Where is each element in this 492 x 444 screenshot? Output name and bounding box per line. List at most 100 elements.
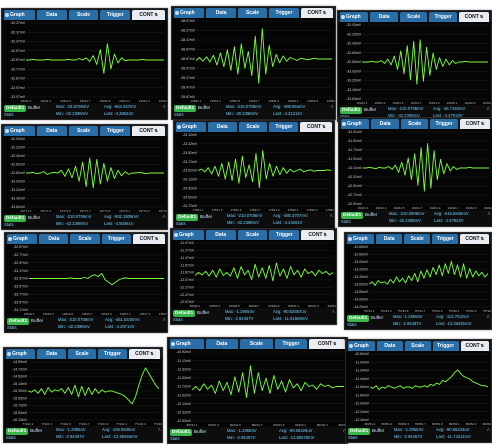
y-tick-label: -13.63mV [353, 283, 368, 287]
tab-graph[interactable]: Graph [341, 119, 370, 129]
tab-scale[interactable]: Scale [404, 234, 431, 244]
tab-data[interactable]: Data [207, 122, 237, 132]
tab-data[interactable]: Data [36, 10, 67, 20]
y-tick-label: -12.12mV [176, 402, 191, 406]
chevron-up-icon[interactable]: ˄ [329, 214, 333, 220]
tab-cont[interactable]: CONT ⇅ [132, 126, 165, 136]
chevron-up-icon[interactable]: ˄ [487, 212, 491, 218]
tab-cont[interactable]: CONT ⇅ [132, 10, 165, 20]
tab-scale[interactable]: Scale [67, 349, 97, 359]
chevron-up-icon[interactable]: ˄ [157, 428, 161, 434]
tab-graph[interactable]: Graph [174, 8, 205, 18]
tab-trigger[interactable]: Trigger [101, 234, 131, 244]
tab-trigger[interactable]: Trigger [432, 341, 459, 351]
chevron-up-icon[interactable]: ˄ [331, 310, 335, 316]
tab-graph[interactable]: Graph [7, 234, 38, 244]
tab-trigger[interactable]: Trigger [98, 349, 127, 359]
tab-trigger[interactable]: Trigger [269, 230, 300, 240]
scope-panel: Graph Data Scale Trigger CONT ⇅ -23.12mV -23.3… [173, 120, 335, 229]
chevron-up-icon[interactable]: ˄ [486, 315, 490, 321]
y-tick-label: -11.12mV [177, 359, 192, 363]
y-tick-label: -14.73mV [12, 367, 27, 371]
tab-graph[interactable]: Graph [6, 349, 36, 359]
tab-trigger[interactable]: Trigger [432, 234, 459, 244]
tab-data[interactable]: Data [370, 12, 398, 22]
tab-scale[interactable]: Scale [240, 339, 273, 349]
tab-scale[interactable]: Scale [70, 234, 100, 244]
channel-default-button[interactable]: Default1 [340, 107, 363, 114]
chevron-up-icon[interactable]: ˄ [162, 105, 166, 111]
channel-default-button[interactable]: Default1 [176, 214, 199, 221]
tab-graph[interactable]: Graph [4, 126, 35, 136]
tab-scale[interactable]: Scale [404, 341, 431, 351]
y-tick-label: -14.93mV [12, 375, 27, 379]
tab-scale[interactable]: Scale [238, 122, 268, 132]
tab-graph[interactable]: Graph [170, 339, 204, 349]
tab-cont[interactable]: CONT ⇅ [460, 341, 489, 351]
channel-default-button[interactable]: Default1 [348, 428, 371, 435]
tab-trigger[interactable]: Trigger [430, 119, 458, 129]
buffer-label: Buffer [31, 318, 44, 323]
tab-scale[interactable]: Scale [68, 10, 99, 20]
stat-min: Min: -2.94457V [394, 434, 423, 439]
tab-scale[interactable]: Scale [400, 119, 429, 129]
stat-max: Max: -210.0706mV [227, 213, 263, 218]
tab-label: Data [215, 9, 227, 16]
y-tick-label: -41.51mV [347, 139, 362, 143]
tab-graph[interactable]: Graph [340, 12, 369, 22]
tab-cont[interactable]: CONT ⇅ [458, 12, 490, 22]
y-tick-label: -32.83mV [346, 60, 361, 64]
tab-scale[interactable]: Scale [68, 126, 99, 136]
tab-data[interactable]: Data [37, 349, 66, 359]
tab-data[interactable]: Data [371, 119, 399, 129]
tab-trigger[interactable]: Trigger [100, 10, 131, 20]
tab-trigger[interactable]: Trigger [274, 339, 308, 349]
tab-graph[interactable]: Graph [176, 122, 206, 132]
chevron-up-icon[interactable]: ˄ [162, 318, 166, 324]
tab-graph[interactable]: Graph [348, 341, 375, 351]
tab-cont[interactable]: CONT ⇅ [459, 119, 491, 129]
tab-graph[interactable]: Graph [173, 230, 204, 240]
tab-cont[interactable]: CONT ⇅ [132, 234, 166, 244]
y-tick-label: -14.53mV [12, 360, 27, 364]
tab-data[interactable]: Data [376, 234, 403, 244]
channel-default-button[interactable]: Default1 [173, 310, 196, 317]
tab-cont[interactable]: CONT ⇅ [300, 122, 333, 132]
stats-label: Stats [4, 112, 14, 117]
tab-data[interactable]: Data [39, 234, 69, 244]
tab-trigger[interactable]: Trigger [429, 12, 457, 22]
channel-default-button[interactable]: Default1 [4, 105, 27, 112]
tab-trigger[interactable]: Trigger [100, 126, 131, 136]
channel-default-button[interactable]: Default1 [170, 429, 193, 436]
tab-cont[interactable]: CONT ⇅ [309, 339, 345, 349]
y-tick-label: -11.04mV [355, 360, 370, 364]
tab-scale[interactable]: Scale [399, 12, 428, 22]
tab-cont[interactable]: CONT ⇅ [300, 8, 333, 18]
tab-data[interactable]: Data [205, 230, 236, 240]
tab-cont[interactable]: CONT ⇅ [128, 349, 161, 359]
chevron-up-icon[interactable]: ˄ [486, 428, 490, 434]
channel-default-button[interactable]: Default1 [174, 105, 197, 112]
chevron-up-icon[interactable]: ˄ [486, 107, 490, 113]
tab-data[interactable]: Data [205, 339, 239, 349]
channel-default-button[interactable]: Default1 [347, 315, 370, 322]
tab-graph[interactable]: Graph [4, 10, 35, 20]
tab-cont[interactable]: CONT ⇅ [301, 230, 334, 240]
tab-trigger[interactable]: Trigger [269, 8, 299, 18]
tab-data[interactable]: Data [36, 126, 67, 136]
channel-default-button[interactable]: Default1 [341, 212, 364, 219]
channel-default-button[interactable]: Default1 [6, 428, 29, 435]
tab-data[interactable]: Data [206, 8, 236, 18]
tab-data[interactable]: Data [376, 341, 403, 351]
tab-scale[interactable]: Scale [237, 230, 268, 240]
tab-cont[interactable]: CONT ⇅ [460, 234, 489, 244]
tab-label: Scale [245, 9, 260, 16]
tab-graph[interactable]: Graph [347, 234, 375, 244]
tab-scale[interactable]: Scale [237, 8, 268, 18]
tab-trigger[interactable]: Trigger [269, 122, 299, 132]
chevron-up-icon[interactable]: ˄ [330, 105, 334, 111]
chevron-up-icon[interactable]: ˄ [162, 215, 166, 221]
channel-default-button[interactable]: Default1 [7, 318, 30, 325]
channel-default-button[interactable]: Default1 [4, 215, 27, 222]
tab-label: Scale [246, 123, 260, 130]
